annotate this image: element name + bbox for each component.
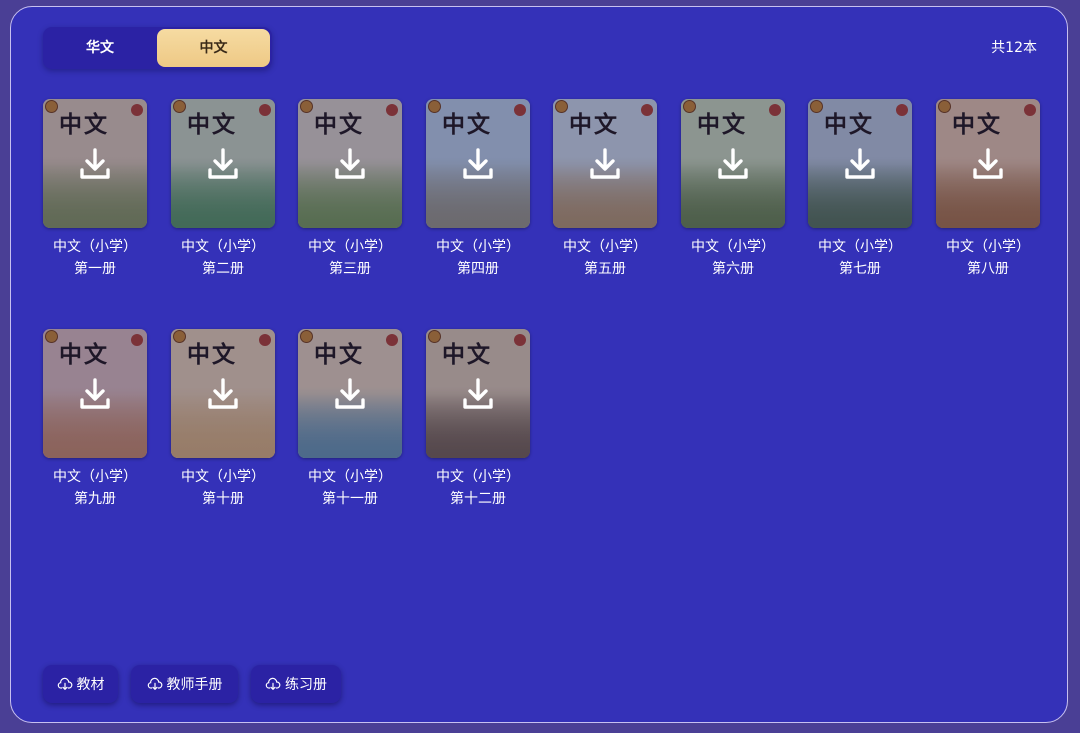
book-caption: 中文（小学） 第六册 — [681, 236, 785, 280]
download-icon[interactable] — [207, 147, 239, 181]
book-cover[interactable]: 中文 — [298, 329, 402, 458]
book-cover[interactable]: 中文 — [681, 99, 785, 228]
textbook-download-button[interactable]: 教材 — [43, 665, 118, 703]
book-card[interactable]: 中文中文（小学） 第四册 — [426, 99, 530, 280]
book-cover[interactable]: 中文 — [43, 329, 147, 458]
book-card[interactable]: 中文中文（小学） 第二册 — [171, 99, 275, 280]
book-card[interactable]: 中文中文（小学） 第八册 — [936, 99, 1040, 280]
book-volume-label: 第一册 — [74, 261, 116, 277]
book-volume-label: 第九册 — [74, 491, 116, 507]
book-volume-label: 第七册 — [839, 261, 881, 277]
download-icon[interactable] — [844, 147, 876, 181]
book-volume-label: 第五册 — [584, 261, 626, 277]
download-icon[interactable] — [717, 147, 749, 181]
book-caption: 中文（小学） 第九册 — [43, 466, 147, 510]
download-icon[interactable] — [79, 377, 111, 411]
tab-zhongwen[interactable]: 中文 — [157, 29, 270, 67]
book-cover[interactable]: 中文 — [171, 329, 275, 458]
book-card[interactable]: 中文中文（小学） 第十一册 — [298, 329, 402, 510]
book-cover[interactable]: 中文 — [426, 99, 530, 228]
download-icon[interactable] — [207, 377, 239, 411]
download-icon[interactable] — [334, 147, 366, 181]
book-card[interactable]: 中文中文（小学） 第十二册 — [426, 329, 530, 510]
book-series-label: 中文（小学） — [53, 239, 137, 255]
download-icon[interactable] — [462, 377, 494, 411]
book-volume-label: 第八册 — [967, 261, 1009, 277]
book-caption: 中文（小学） 第二册 — [171, 236, 275, 280]
download-icon[interactable] — [79, 147, 111, 181]
book-card[interactable]: 中文中文（小学） 第七册 — [808, 99, 912, 280]
book-cover[interactable]: 中文 — [808, 99, 912, 228]
book-count-label: 共12本 — [991, 40, 1037, 56]
cloud-download-icon — [265, 677, 281, 690]
book-cover[interactable]: 中文 — [936, 99, 1040, 228]
book-caption: 中文（小学） 第一册 — [43, 236, 147, 280]
book-caption: 中文（小学） 第三册 — [298, 236, 402, 280]
book-series-label: 中文（小学） — [563, 239, 647, 255]
book-caption: 中文（小学） 第十二册 — [426, 466, 530, 510]
book-series-label: 中文（小学） — [181, 239, 265, 255]
book-caption: 中文（小学） 第五册 — [553, 236, 657, 280]
book-volume-label: 第四册 — [457, 261, 499, 277]
book-caption: 中文（小学） 第八册 — [936, 236, 1040, 280]
book-series-label: 中文（小学） — [946, 239, 1030, 255]
book-caption: 中文（小学） 第十一册 — [298, 466, 402, 510]
book-card[interactable]: 中文中文（小学） 第九册 — [43, 329, 147, 510]
book-series-label: 中文（小学） — [436, 239, 520, 255]
teacher-manual-button-label: 教师手册 — [166, 677, 223, 693]
tab-huawen[interactable]: 华文 — [45, 29, 155, 67]
book-volume-label: 第三册 — [329, 261, 371, 277]
download-icon[interactable] — [972, 147, 1004, 181]
book-series-label: 中文（小学） — [436, 469, 520, 485]
book-volume-label: 第十二册 — [450, 491, 506, 507]
book-series-label: 中文（小学） — [181, 469, 265, 485]
language-tab-group: 华文 中文 — [43, 27, 272, 69]
download-icon[interactable] — [334, 377, 366, 411]
book-card[interactable]: 中文中文（小学） 第五册 — [553, 99, 657, 280]
book-volume-label: 第二册 — [202, 261, 244, 277]
book-caption: 中文（小学） 第七册 — [808, 236, 912, 280]
book-series-label: 中文（小学） — [53, 469, 137, 485]
textbook-button-label: 教材 — [76, 677, 105, 693]
download-icon[interactable] — [589, 147, 621, 181]
book-card[interactable]: 中文中文（小学） 第十册 — [171, 329, 275, 510]
book-cover[interactable]: 中文 — [171, 99, 275, 228]
book-series-label: 中文（小学） — [308, 469, 392, 485]
book-series-label: 中文（小学） — [818, 239, 902, 255]
book-cover[interactable]: 中文 — [426, 329, 530, 458]
cloud-download-icon — [57, 677, 72, 690]
book-volume-label: 第六册 — [712, 261, 754, 277]
download-icon[interactable] — [462, 147, 494, 181]
book-cover[interactable]: 中文 — [43, 99, 147, 228]
book-series-label: 中文（小学） — [691, 239, 775, 255]
book-cover[interactable]: 中文 — [298, 99, 402, 228]
book-caption: 中文（小学） 第十册 — [171, 466, 275, 510]
book-cover[interactable]: 中文 — [553, 99, 657, 228]
library-panel: 华文 中文 共12本 中文 中文（小学） 第一册 中文 中文（小学） 第二册 中文 中文（小学… — [10, 6, 1068, 723]
workbook-button-label: 练习册 — [285, 677, 327, 693]
book-series-label: 中文（小学） — [308, 239, 392, 255]
book-card[interactable]: 中文中文（小学） 第三册 — [298, 99, 402, 280]
book-caption: 中文（小学） 第四册 — [426, 236, 530, 280]
teacher-manual-download-button[interactable]: 教师手册 — [131, 665, 238, 703]
book-card[interactable]: 中文中文（小学） 第六册 — [681, 99, 785, 280]
book-card[interactable]: 中文中文（小学） 第一册 — [43, 99, 147, 280]
cloud-download-icon — [147, 677, 162, 690]
book-volume-label: 第十册 — [202, 491, 244, 507]
book-volume-label: 第十一册 — [322, 491, 378, 507]
workbook-download-button[interactable]: 练习册 — [251, 665, 341, 703]
